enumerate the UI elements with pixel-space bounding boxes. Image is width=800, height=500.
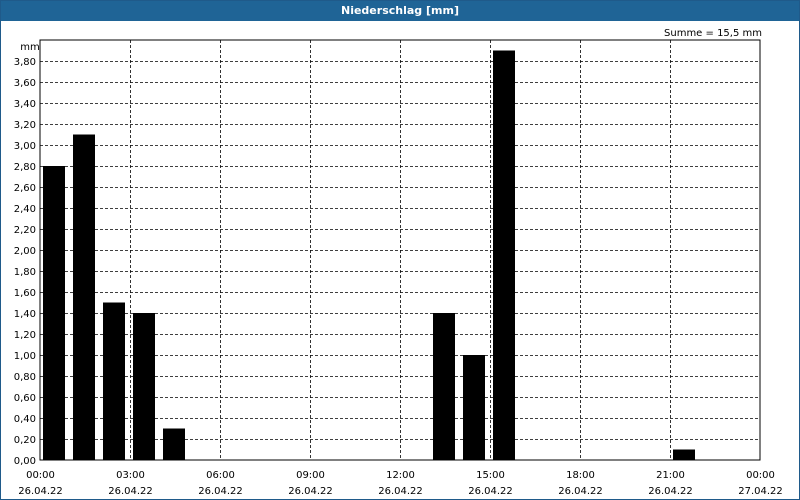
y-tick-label: 1,20: [14, 330, 36, 341]
precipitation-bar: [463, 355, 485, 460]
y-tick-label: 1,00: [14, 351, 36, 362]
y-tick-label: 0,60: [14, 393, 36, 404]
bar-series: [43, 50, 695, 460]
x-tick-time: 12:00: [386, 470, 415, 481]
y-tick-label: 1,40: [14, 309, 36, 320]
x-tick-date: 26.04.22: [648, 486, 693, 497]
precipitation-bar: [103, 302, 125, 460]
precipitation-bar: [163, 428, 185, 460]
y-tick-label: 3,40: [14, 99, 36, 110]
x-tick-date: 26.04.22: [288, 486, 333, 497]
precipitation-bar: [673, 449, 695, 460]
y-tick-label: 0,80: [14, 372, 36, 383]
y-tick-label: 3,60: [14, 78, 36, 89]
y-tick-label: 1,80: [14, 267, 36, 278]
y-tick-label: 2,40: [14, 204, 36, 215]
x-tick-labels: 00:00 26.04.22 03:00 26.04.22 06:00 26.04.22 0…: [18, 470, 783, 497]
x-tick-date: 26.04.22: [558, 486, 603, 497]
x-tick-date: 26.04.22: [108, 486, 153, 497]
precipitation-bar: [73, 134, 95, 460]
x-tick-time: 03:00: [116, 470, 145, 481]
x-tick-time: 00:00: [746, 470, 775, 481]
x-tick-date: 27.04.22: [738, 486, 783, 497]
y-tick-label: 0,20: [14, 435, 36, 446]
y-tick-label: 2,80: [14, 162, 36, 173]
x-tick-time: 09:00: [296, 470, 325, 481]
y-tick-labels: 0,00 0,20 0,40 0,60 0,80 1,00 1,20 1,40 1,60 1,80…: [14, 57, 36, 467]
x-tick-date: 26.04.22: [198, 486, 243, 497]
y-tick-label: 2,00: [14, 246, 36, 257]
x-tick-date: 26.04.22: [378, 486, 423, 497]
x-tick-date: 26.04.22: [468, 486, 513, 497]
x-tick-date: 26.04.22: [18, 486, 63, 497]
y-tick-label: 3,20: [14, 120, 36, 131]
x-tick-time: 21:00: [656, 470, 685, 481]
x-tick-time: 18:00: [566, 470, 595, 481]
y-axis-unit-label: mm: [20, 42, 39, 53]
y-tick-label: 3,80: [14, 57, 36, 68]
precipitation-chart: mm Summe = 15,5 mm 0,00 0,20 0,40 0,60 0,80 1…: [14, 28, 783, 497]
y-tick-label: 3,00: [14, 141, 36, 152]
y-tick-label: 2,60: [14, 183, 36, 194]
x-tick-time: 00:00: [26, 470, 55, 481]
sum-annotation: Summe = 15,5 mm: [664, 28, 762, 39]
precipitation-bar: [43, 166, 65, 460]
y-tick-label: 1,60: [14, 288, 36, 299]
y-tick-label: 0,00: [14, 456, 36, 467]
y-tick-label: 0,40: [14, 414, 36, 425]
precipitation-bar: [493, 50, 515, 460]
precipitation-bar: [133, 313, 155, 460]
x-tick-time: 15:00: [476, 470, 505, 481]
y-tick-label: 2,20: [14, 225, 36, 236]
precipitation-bar: [433, 313, 455, 460]
x-tick-time: 06:00: [206, 470, 235, 481]
